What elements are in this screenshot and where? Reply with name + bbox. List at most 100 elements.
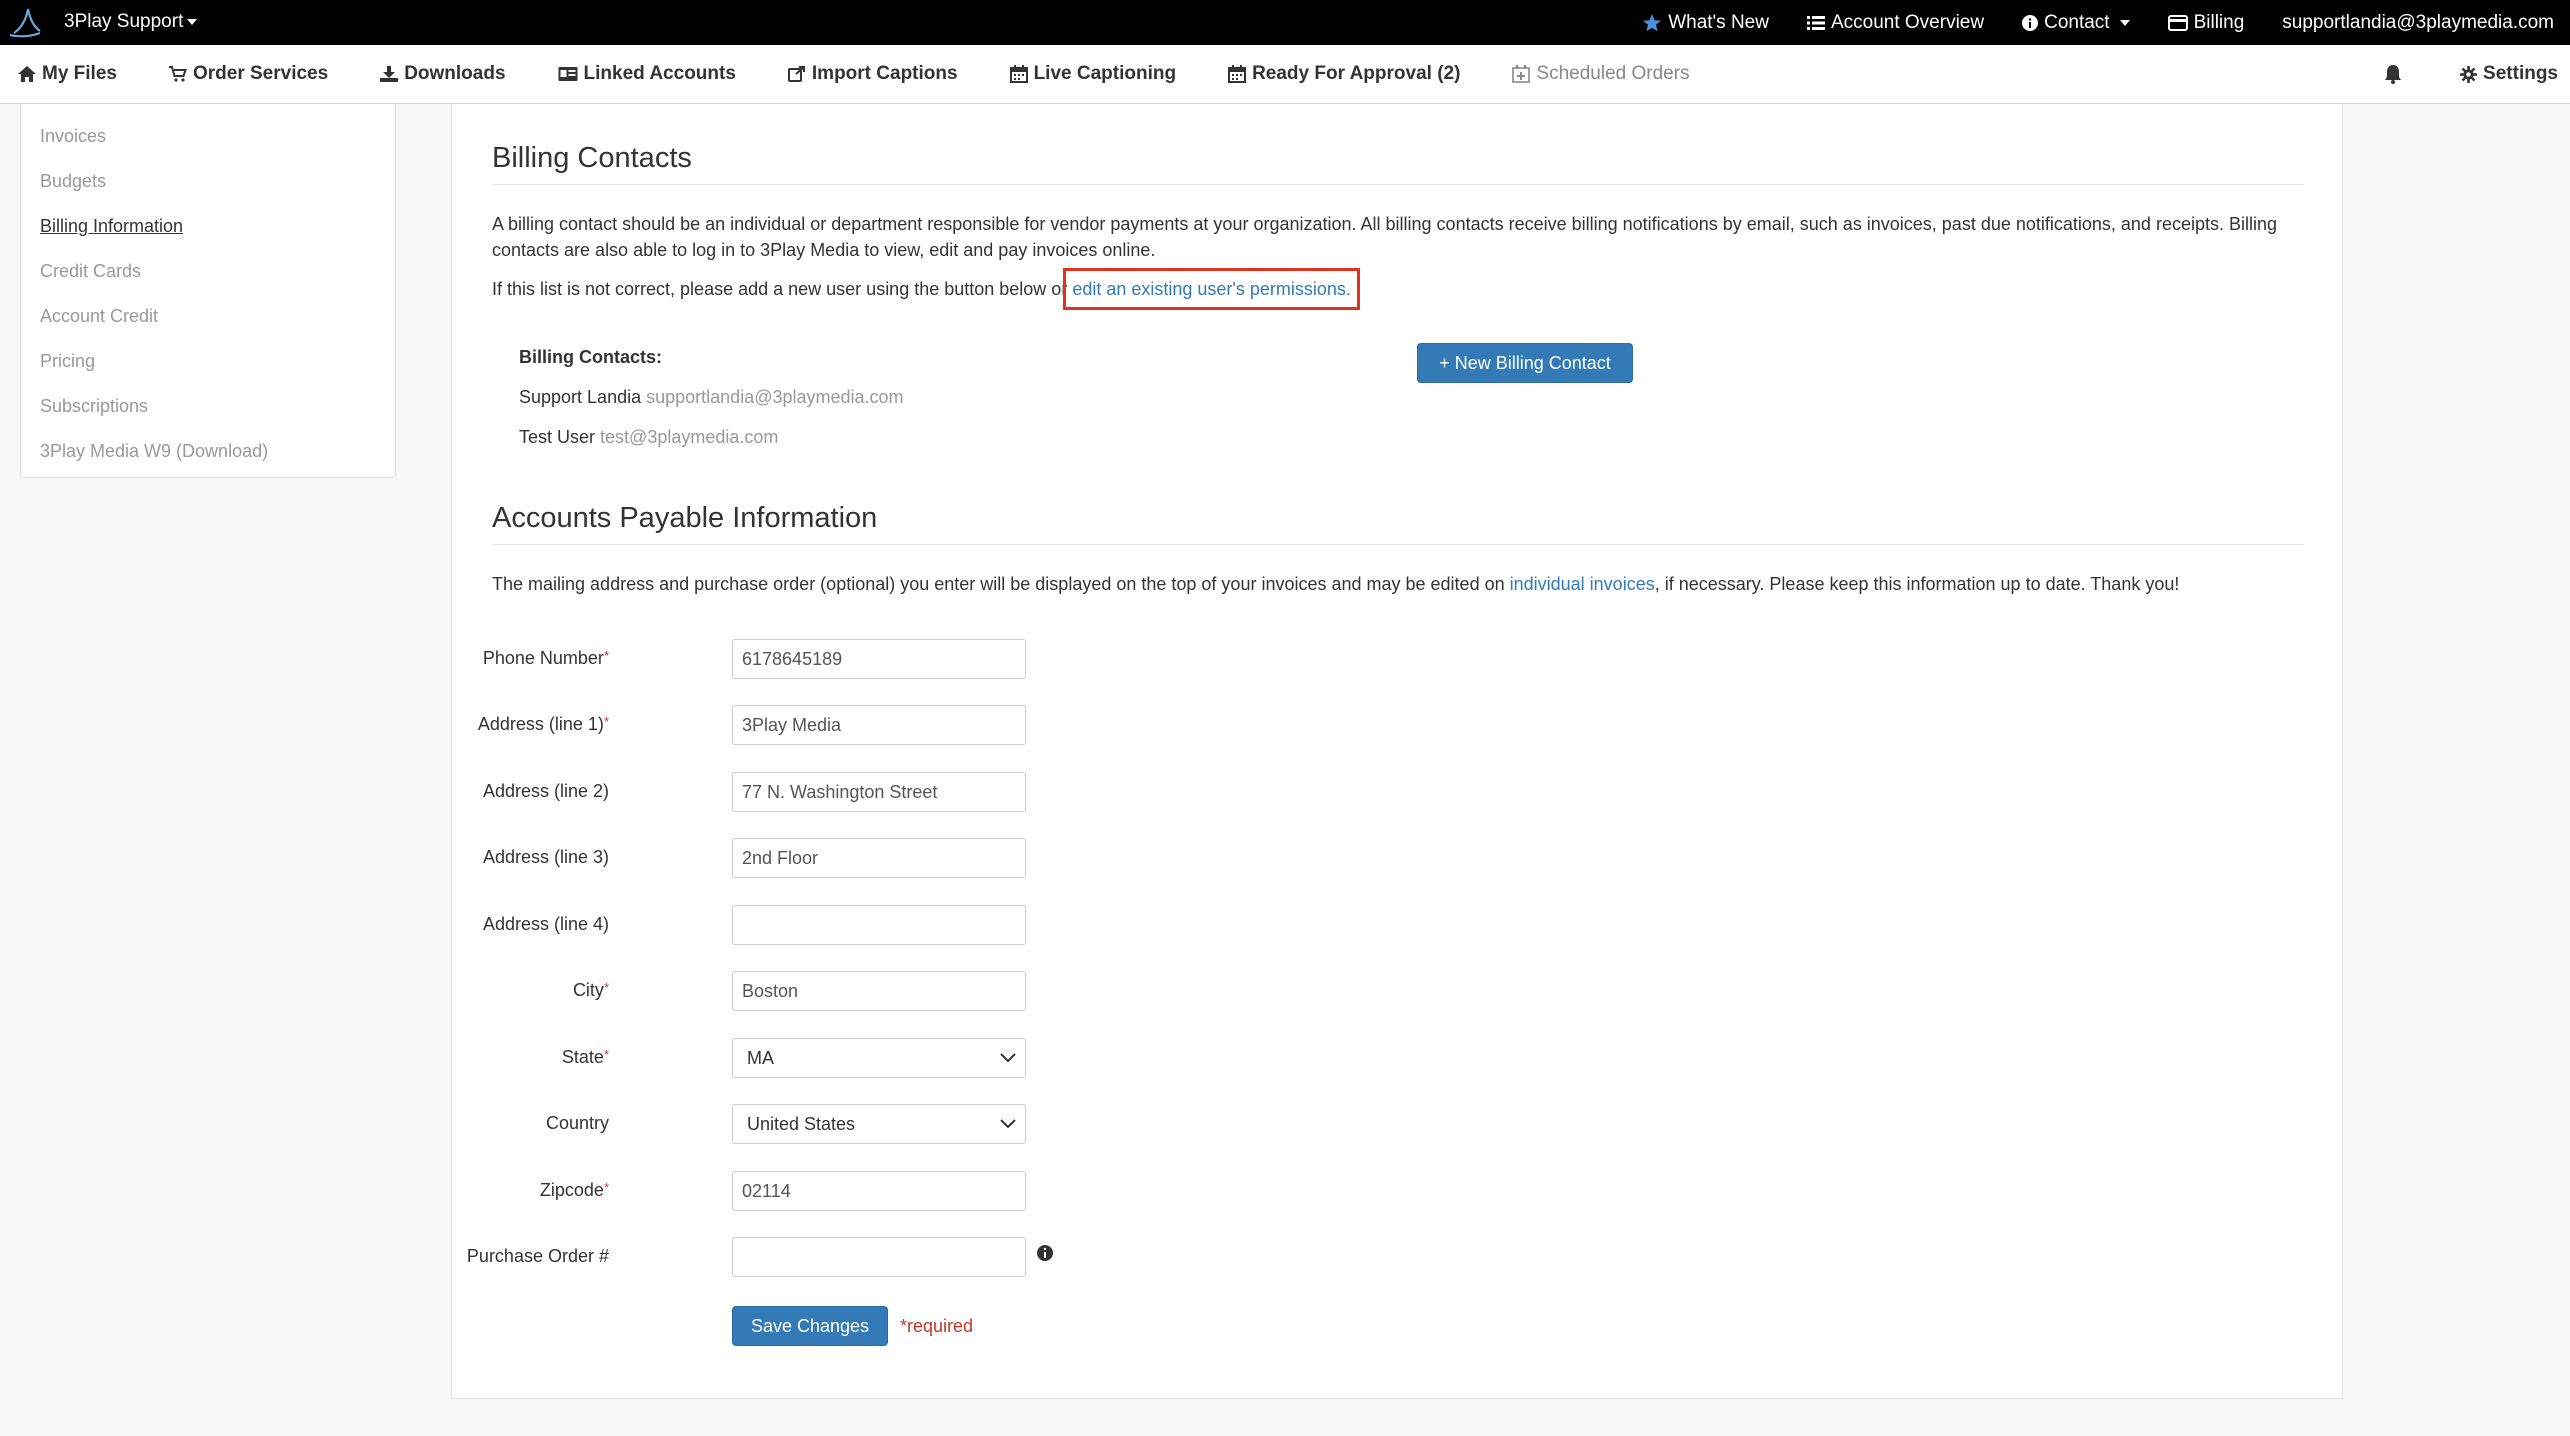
sidebar-item-invoices[interactable]: Invoices bbox=[21, 120, 395, 165]
list-icon bbox=[1806, 15, 1825, 30]
sidebar-item-billing-information[interactable]: Billing Information bbox=[21, 210, 395, 255]
top-bar: 3Play Support What's New Account Overvie… bbox=[0, 0, 2570, 45]
nav-scheduled-orders[interactable]: Scheduled Orders bbox=[1512, 63, 1690, 85]
address-line-3-row: Address (line 3) bbox=[483, 838, 1192, 878]
city-row: City* bbox=[492, 971, 1192, 1011]
sidebar-item-credit-cards[interactable]: Credit Cards bbox=[21, 255, 395, 300]
save-changes-button[interactable]: Save Changes bbox=[732, 1306, 888, 1346]
phone-number-input[interactable] bbox=[732, 639, 1026, 679]
whats-new-label: What's New bbox=[1668, 11, 1769, 33]
home-icon bbox=[18, 66, 36, 82]
account-overview-link[interactable]: Account Overview bbox=[1806, 12, 1984, 34]
chevron-down-icon bbox=[2119, 19, 2130, 26]
address-line-3-label: Address (line 3) bbox=[482, 847, 609, 867]
notifications-button[interactable] bbox=[2384, 64, 2402, 84]
billing-sidebar: Invoices Budgets Billing Information Cre… bbox=[20, 104, 396, 478]
sidebar-item-account-credit[interactable]: Account Credit bbox=[21, 300, 395, 345]
country-row: Country United States bbox=[492, 1104, 1192, 1144]
chevron-down-icon bbox=[1000, 1053, 1016, 1063]
nav-my-files[interactable]: My Files bbox=[18, 63, 117, 85]
chevron-down-icon bbox=[1000, 1119, 1016, 1129]
nav-downloads-label: Downloads bbox=[404, 63, 506, 84]
nav-import-captions-label: Import Captions bbox=[811, 63, 958, 84]
country-select[interactable]: United States bbox=[732, 1104, 1026, 1144]
contact-email: supportlandia@3playmedia.com bbox=[646, 387, 904, 407]
3play-logo-icon bbox=[9, 8, 41, 38]
purchase-order-label: Purchase Order # bbox=[466, 1246, 609, 1266]
contact-name: Support Landia bbox=[519, 387, 642, 407]
address-line-2-input[interactable] bbox=[732, 772, 1026, 812]
settings-label: Settings bbox=[2483, 63, 2558, 84]
new-billing-contact-button[interactable]: + New Billing Contact bbox=[1417, 343, 1633, 383]
address-line-2-label: Address (line 2) bbox=[482, 781, 609, 801]
zipcode-input[interactable] bbox=[732, 1171, 1026, 1211]
calendar-icon bbox=[1228, 65, 1247, 83]
divider bbox=[492, 544, 2304, 545]
address-line-4-input[interactable] bbox=[732, 905, 1026, 945]
calendar-icon bbox=[1009, 65, 1028, 83]
edit-user-permissions-link[interactable]: edit an existing user's permissions. bbox=[1072, 279, 1351, 299]
state-select[interactable]: MA bbox=[732, 1038, 1026, 1078]
country-selected-value: United States bbox=[747, 1114, 856, 1134]
info-icon[interactable] bbox=[1036, 1244, 1054, 1262]
purchase-order-input[interactable] bbox=[732, 1237, 1026, 1277]
state-row: State* MA bbox=[492, 1038, 1192, 1078]
external-link-icon bbox=[787, 66, 805, 82]
bell-icon bbox=[2385, 65, 2402, 84]
address-line-1-input[interactable] bbox=[732, 705, 1026, 745]
gear-icon bbox=[2460, 65, 2478, 83]
contact-name: Test User bbox=[519, 427, 596, 447]
calendar-plus-icon bbox=[1512, 65, 1531, 83]
address-line-1-row: Address (line 1)* bbox=[478, 705, 1192, 745]
divider bbox=[492, 184, 2304, 185]
list-item: Support Landia supportlandia@3playmedia.… bbox=[519, 387, 904, 408]
address-line-1-label: Address (line 1)* bbox=[477, 714, 609, 734]
purchase-order-row: Purchase Order # bbox=[467, 1237, 1192, 1277]
list-item: Test User test@3playmedia.com bbox=[519, 427, 778, 448]
star-icon bbox=[1643, 13, 1662, 31]
address-line-3-input[interactable] bbox=[732, 838, 1026, 878]
nav-live-captioning[interactable]: Live Captioning bbox=[1009, 63, 1176, 85]
accounts-payable-title: Accounts Payable Information bbox=[492, 502, 878, 534]
brand[interactable]: 3Play Support bbox=[6, 3, 198, 41]
individual-invoices-link[interactable]: individual invoices bbox=[1510, 574, 1655, 594]
nav-linked-accounts-label: Linked Accounts bbox=[583, 63, 736, 84]
nav-order-services[interactable]: Order Services bbox=[168, 63, 328, 85]
user-email-menu[interactable]: supportlandia@3playmedia.com bbox=[2282, 12, 2554, 34]
city-input[interactable] bbox=[732, 971, 1026, 1011]
nav-linked-accounts[interactable]: Linked Accounts bbox=[558, 63, 736, 85]
id-card-icon bbox=[558, 67, 578, 81]
whats-new-link[interactable]: What's New bbox=[1642, 12, 1769, 34]
nav-ready-for-approval[interactable]: Ready For Approval (2) bbox=[1228, 63, 1460, 85]
sidebar-item-pricing[interactable]: Pricing bbox=[21, 345, 395, 390]
billing-contacts-label: Billing Contacts: bbox=[519, 347, 662, 367]
credit-card-icon bbox=[2167, 14, 2188, 31]
contact-label: Contact bbox=[2044, 11, 2110, 33]
sidebar-item-budgets[interactable]: Budgets bbox=[21, 165, 395, 210]
billing-link[interactable]: Billing bbox=[2167, 11, 2245, 34]
billing-contacts-description: A billing contact should be an individua… bbox=[492, 214, 2277, 260]
nav-downloads[interactable]: Downloads bbox=[380, 63, 506, 85]
billing-label: Billing bbox=[2193, 11, 2245, 33]
cart-icon bbox=[168, 66, 187, 82]
accounts-payable-description: The mailing address and purchase order (… bbox=[492, 571, 2179, 597]
nav-ready-for-approval-label: Ready For Approval (2) bbox=[1252, 63, 1461, 84]
nav-import-captions[interactable]: Import Captions bbox=[787, 63, 958, 85]
contact-email: test@3playmedia.com bbox=[600, 427, 779, 447]
sidebar-item-w9-download[interactable]: 3Play Media W9 (Download) bbox=[21, 435, 395, 480]
description-text-suffix: , if necessary. Please keep this informa… bbox=[1654, 574, 2180, 594]
address-line-2-row: Address (line 2) bbox=[483, 772, 1192, 812]
zipcode-row: Zipcode* bbox=[492, 1171, 1192, 1211]
contact-dropdown[interactable]: Contact bbox=[2022, 11, 2130, 34]
country-label: Country bbox=[545, 1113, 609, 1133]
nav-scheduled-orders-label: Scheduled Orders bbox=[1536, 63, 1690, 84]
state-selected-value: MA bbox=[747, 1048, 774, 1068]
nav-my-files-label: My Files bbox=[42, 63, 117, 84]
state-label: State* bbox=[561, 1047, 609, 1067]
address-line-4-label: Address (line 4) bbox=[482, 914, 609, 934]
download-icon bbox=[380, 66, 399, 82]
billing-contacts-instructions: If this list is not correct, please add … bbox=[492, 268, 1360, 310]
settings-button[interactable]: Settings bbox=[2460, 63, 2558, 85]
sidebar-item-subscriptions[interactable]: Subscriptions bbox=[21, 390, 395, 435]
brand-title[interactable]: 3Play Support bbox=[64, 11, 183, 33]
